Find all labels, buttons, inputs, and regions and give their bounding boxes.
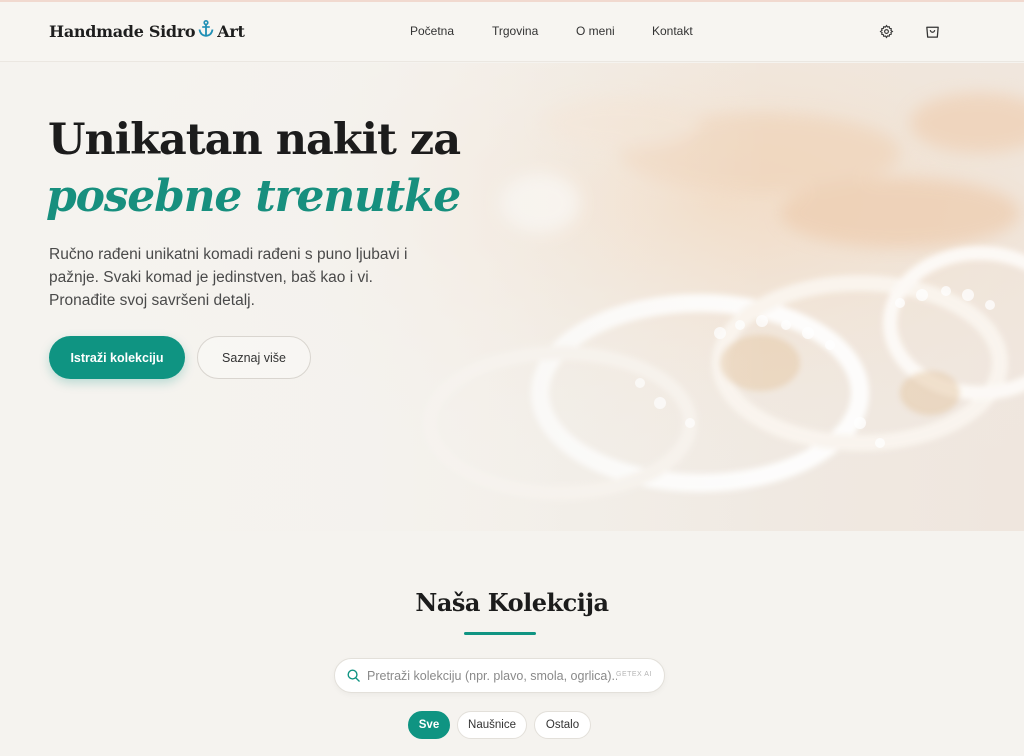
hero-title-line2: posebne trenutke: [46, 171, 461, 222]
collection-search: GETEX AI: [334, 658, 665, 693]
search-input[interactable]: [367, 659, 617, 692]
hero-description: Ručno rađeni unikatni komadi rađeni s pu…: [49, 246, 408, 309]
learn-more-button[interactable]: Saznaj više: [197, 336, 311, 379]
hero-title-line1: Unikatan nakit za: [48, 115, 461, 165]
logo-text-start: Handmade Sidro: [49, 21, 196, 41]
nav-item-o-meni[interactable]: O meni: [576, 24, 615, 38]
filter-chip-sve[interactable]: Sve: [408, 711, 450, 739]
nav-item-trgovina[interactable]: Trgovina: [492, 24, 538, 38]
explore-collection-button[interactable]: Istraži kolekciju: [49, 336, 185, 379]
gear-icon[interactable]: [877, 22, 895, 40]
collection-title: Naša Kolekcija: [415, 588, 609, 617]
site-header: Handmade Sidro Art Početna Trgovina O me…: [0, 2, 1024, 62]
shopping-bag-icon[interactable]: [923, 22, 941, 40]
filter-chip-ostalo[interactable]: Ostalo: [534, 711, 591, 739]
nav-item-pocetna[interactable]: Početna: [410, 24, 454, 38]
anchor-icon: [198, 19, 214, 42]
filter-chip-nausnice[interactable]: Naušnice: [457, 711, 527, 739]
site-logo[interactable]: Handmade Sidro Art: [49, 19, 245, 42]
search-ai-badge: GETEX AI: [616, 671, 652, 678]
title-underline: [464, 632, 536, 635]
nav-item-kontakt[interactable]: Kontakt: [652, 24, 693, 38]
logo-text-end: Art: [217, 21, 245, 41]
hero-section: Unikatan nakit za posebne trenutke Ručno…: [0, 63, 1024, 531]
search-icon: [346, 668, 361, 687]
